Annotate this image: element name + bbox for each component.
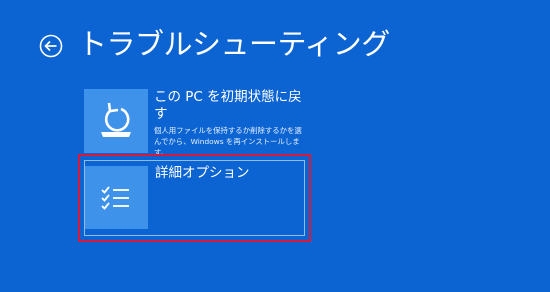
back-button[interactable] [39, 34, 63, 58]
page-title: トラブルシューティング [78, 27, 390, 61]
advanced-options-title: 詳細オプション [155, 165, 250, 181]
reset-pc-title: この PC を初期状態に戻す [154, 89, 302, 122]
reset-pc-tile [84, 89, 148, 153]
reset-pc-description: 個人用ファイルを保持するか削除するかを選んでから、Windows を再インストー… [154, 126, 302, 157]
advanced-options-option[interactable]: 詳細オプション [78, 154, 311, 242]
arrow-left-circle-icon [39, 34, 63, 58]
checklist-icon [101, 186, 129, 210]
pc-reset-icon [101, 102, 131, 137]
advanced-options-tile [85, 166, 148, 229]
reset-pc-option[interactable]: この PC を初期状態に戻す 個人用ファイルを保持するか削除するかを選んでから、… [84, 89, 304, 157]
